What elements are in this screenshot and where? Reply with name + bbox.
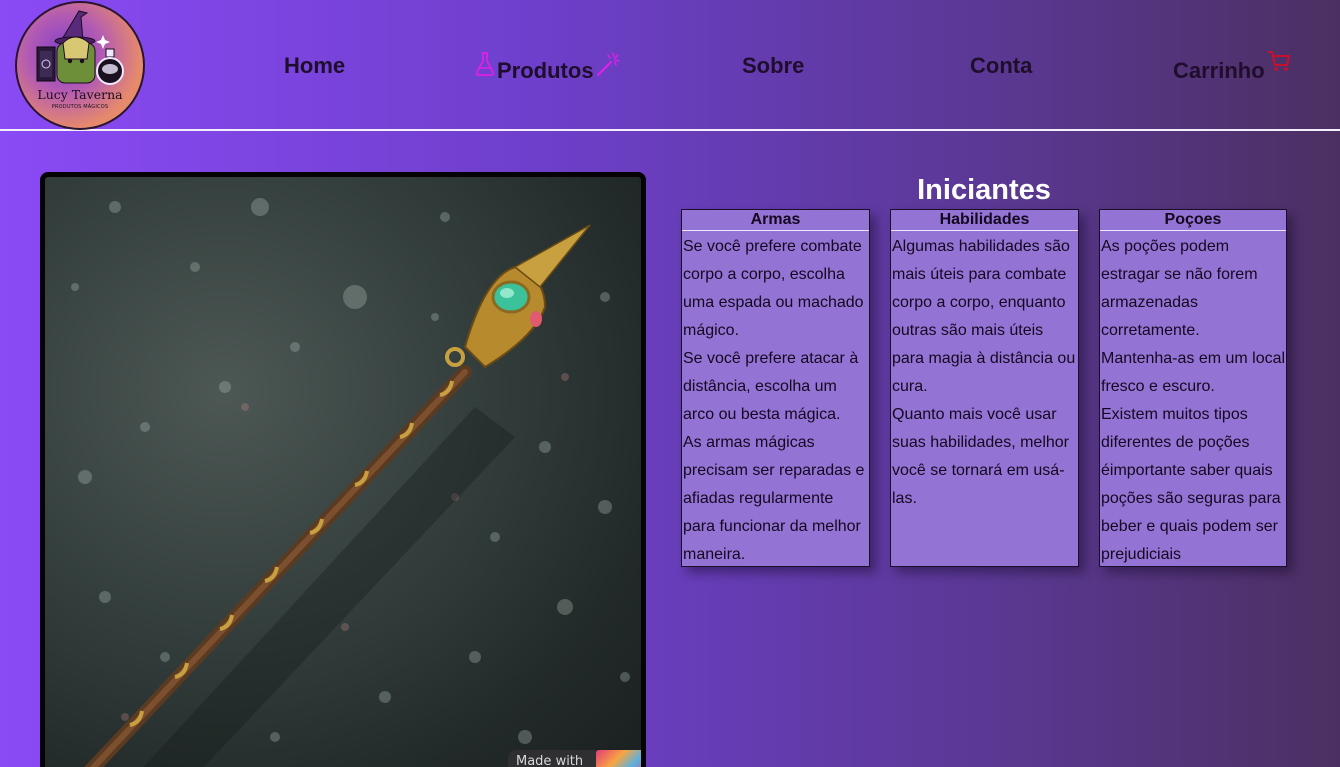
card-paragraph: Se você prefere atacar à distância, esco…: [683, 350, 859, 423]
magic-wand-icon: [596, 51, 620, 83]
card-paragraph: Se você prefere combate corpo a corpo, e…: [683, 238, 864, 339]
card-paragraph: Mantenha-as em um local fresco e escuro.: [1101, 350, 1286, 395]
nav-conta[interactable]: Conta: [970, 53, 1032, 79]
card-pocoes: Poçoes As poções podem estragar se não f…: [1099, 209, 1287, 567]
card-paragraph: Quanto mais você usar suas habilidades, …: [892, 406, 1069, 507]
magic-staff-illustration: [71, 198, 630, 767]
cart-icon: [1267, 50, 1291, 78]
nav-sobre-label: Sobre: [742, 53, 805, 78]
nav-carrinho-label: Carrinho: [1173, 58, 1265, 83]
card-body: As poções podem estragar se não forem ar…: [1100, 231, 1286, 569]
logo-title: Lucy Taverna: [37, 87, 123, 102]
card-title: Armas: [682, 210, 869, 231]
card-paragraph: Algumas habilidades são mais úteis para …: [892, 238, 1076, 395]
hero-image: Made with: [40, 172, 646, 767]
card-armas: Armas Se você prefere combate corpo a co…: [681, 209, 870, 567]
nav-home-label: Home: [284, 53, 346, 78]
card-title: Poçoes: [1100, 210, 1286, 231]
watermark-label: Made with: [516, 754, 584, 767]
nav-produtos-label: Produtos: [497, 58, 594, 83]
section-title: Iniciantes: [917, 174, 1051, 206]
nav-conta-label: Conta: [970, 53, 1033, 78]
watermark-logo: [596, 750, 641, 767]
nav-home[interactable]: Home: [284, 53, 345, 79]
card-body: Algumas habilidades são mais úteis para …: [891, 231, 1078, 513]
watermark-badge[interactable]: Made with: [508, 750, 641, 767]
flask-icon: [475, 51, 495, 83]
card-body: Se você prefere combate corpo a corpo, e…: [682, 231, 869, 569]
site-header: Lucy Taverna PRODUTOS MÁGICOS Home Produ…: [0, 0, 1340, 131]
nav-carrinho[interactable]: Carrinho: [1173, 50, 1291, 84]
nav-produtos[interactable]: Produtos: [475, 50, 620, 84]
card-title: Habilidades: [891, 210, 1078, 231]
card-paragraph: As poções podem estragar se não forem ar…: [1101, 238, 1258, 339]
card-paragraph: Existem muitos tipos diferentes de poçõe…: [1101, 406, 1281, 563]
nav-sobre[interactable]: Sobre: [742, 53, 804, 79]
logo[interactable]: Lucy Taverna PRODUTOS MÁGICOS: [15, 1, 145, 130]
logo-subtitle: PRODUTOS MÁGICOS: [51, 104, 109, 110]
logo-illustration: [36, 10, 124, 85]
card-habilidades: Habilidades Algumas habilidades são mais…: [890, 209, 1079, 567]
card-paragraph: As armas mágicas precisam ser reparadas …: [683, 434, 865, 563]
